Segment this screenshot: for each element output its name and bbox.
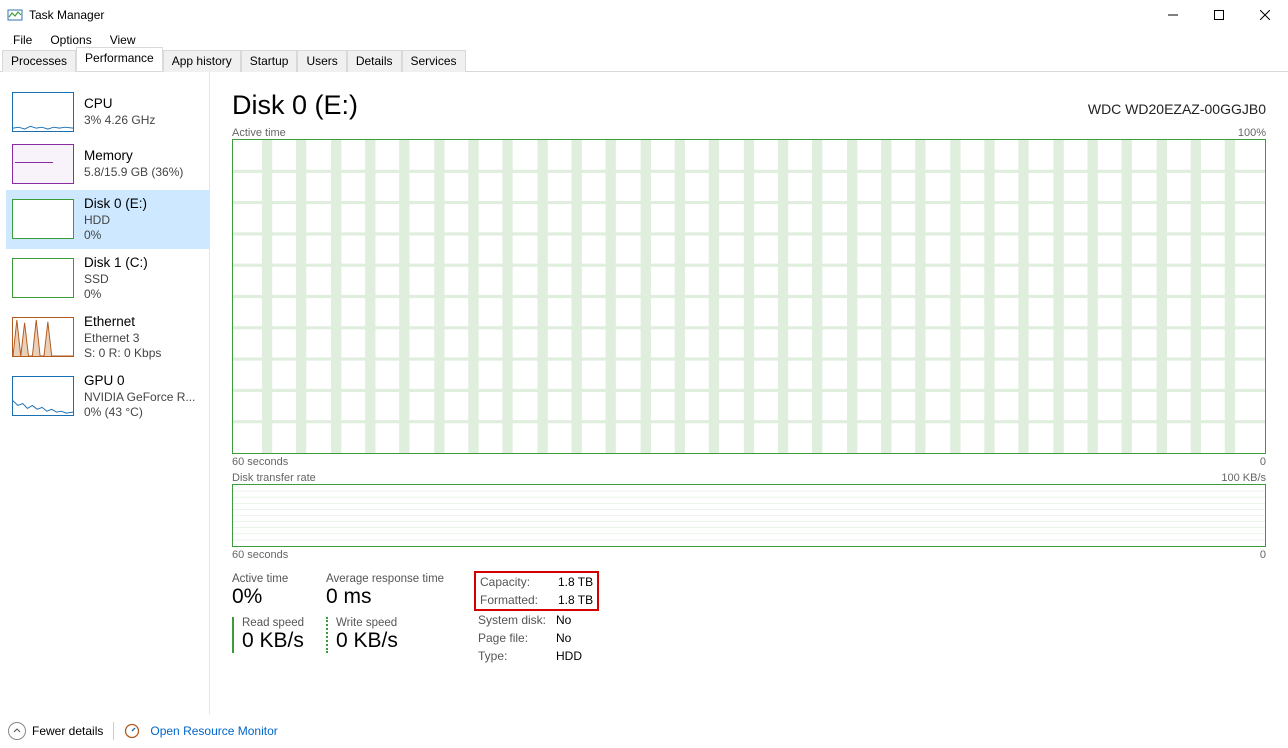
maximize-button[interactable] xyxy=(1196,0,1242,30)
tab-performance[interactable]: Performance xyxy=(76,47,163,71)
tab-details[interactable]: Details xyxy=(347,50,402,72)
active-time-value: 0% xyxy=(232,585,314,609)
tabstrip: Processes Performance App history Startu… xyxy=(0,49,1288,72)
menubar: File Options View xyxy=(0,30,1288,49)
read-speed-value: 0 KB/s xyxy=(242,629,314,653)
chart1-max: 100% xyxy=(1238,127,1266,139)
formatted-value: 1.8 TB xyxy=(558,593,593,607)
capacity-label: Capacity: xyxy=(480,575,558,589)
open-resource-monitor-link[interactable]: Open Resource Monitor xyxy=(150,724,277,738)
titlebar: Task Manager xyxy=(0,0,1288,30)
cpu-sub: 3% 4.26 GHz xyxy=(84,113,155,128)
eth-sub2: S: 0 R: 0 Kbps xyxy=(84,346,161,361)
disk-model: WDC WD20EZAZ-00GGJB0 xyxy=(1088,101,1266,117)
transfer-rate-chart[interactable] xyxy=(232,484,1266,547)
sidebar: CPU3% 4.26 GHz Memory5.8/15.9 GB (36%) D… xyxy=(0,72,210,714)
chart2-max: 100 KB/s xyxy=(1221,472,1266,484)
disk1-sub1: SSD xyxy=(84,272,148,287)
highlight-box: Capacity:1.8 TB Formatted:1.8 TB xyxy=(474,571,599,611)
disk0-sub2: 0% xyxy=(84,228,147,243)
page-title: Disk 0 (E:) xyxy=(232,90,358,121)
gpu-sub2: 0% (43 °C) xyxy=(84,405,195,420)
chart2-xright: 0 xyxy=(1260,549,1266,561)
sidebar-item-gpu[interactable]: GPU 0NVIDIA GeForce R...0% (43 °C) xyxy=(6,367,209,426)
sidebar-item-disk1[interactable]: Disk 1 (C:)SSD0% xyxy=(6,249,209,308)
disk1-thumb xyxy=(12,258,74,298)
chart-grid xyxy=(233,485,1265,546)
read-speed-label: Read speed xyxy=(242,617,314,629)
sidebar-item-disk0[interactable]: Disk 0 (E:)HDD0% xyxy=(6,190,209,249)
fewer-details-label: Fewer details xyxy=(32,724,103,738)
minimize-button[interactable] xyxy=(1150,0,1196,30)
tab-startup[interactable]: Startup xyxy=(241,50,298,72)
fewer-details-button[interactable]: Fewer details xyxy=(8,722,103,740)
gpu-sub1: NVIDIA GeForce R... xyxy=(84,390,195,405)
eth-sub1: Ethernet 3 xyxy=(84,331,161,346)
memory-title: Memory xyxy=(84,148,183,165)
main-panel: Disk 0 (E:) WDC WD20EZAZ-00GGJB0 Active … xyxy=(210,72,1288,714)
eth-thumb xyxy=(12,317,74,357)
tab-users[interactable]: Users xyxy=(297,50,346,72)
chart2-xleft: 60 seconds xyxy=(232,549,288,561)
chart1-xright: 0 xyxy=(1260,456,1266,468)
memory-sub: 5.8/15.9 GB (36%) xyxy=(84,165,183,180)
capacity-value: 1.8 TB xyxy=(558,575,593,589)
menu-options[interactable]: Options xyxy=(41,31,100,49)
sysdisk-value: No xyxy=(556,613,571,627)
footer: Fewer details Open Resource Monitor xyxy=(0,714,1288,748)
avg-resp-label: Average response time xyxy=(326,573,456,585)
chart-grid xyxy=(233,140,1265,453)
cpu-title: CPU xyxy=(84,96,155,113)
chart2-label: Disk transfer rate xyxy=(232,472,316,484)
disk0-title: Disk 0 (E:) xyxy=(84,196,147,213)
eth-title: Ethernet xyxy=(84,314,161,331)
window-title: Task Manager xyxy=(29,8,104,22)
close-button[interactable] xyxy=(1242,0,1288,30)
memory-thumb xyxy=(12,144,74,184)
cpu-thumb xyxy=(12,92,74,132)
active-time-chart[interactable] xyxy=(232,139,1266,454)
chart1-xleft: 60 seconds xyxy=(232,456,288,468)
tab-processes[interactable]: Processes xyxy=(2,50,76,72)
disk1-title: Disk 1 (C:) xyxy=(84,255,148,272)
disk1-sub2: 0% xyxy=(84,287,148,302)
write-speed-label: Write speed xyxy=(336,617,456,629)
task-manager-icon xyxy=(7,7,23,23)
separator xyxy=(113,722,114,740)
disk-details: Capacity:1.8 TB Formatted:1.8 TB System … xyxy=(478,573,599,665)
tab-app-history[interactable]: App history xyxy=(163,50,241,72)
disk0-thumb xyxy=(12,199,74,239)
tab-services[interactable]: Services xyxy=(402,50,466,72)
pagefile-value: No xyxy=(556,631,571,645)
formatted-label: Formatted: xyxy=(480,593,558,607)
chart1-label: Active time xyxy=(232,127,286,139)
type-label: Type: xyxy=(478,649,556,663)
resource-monitor-icon xyxy=(124,723,140,739)
gpu-thumb xyxy=(12,376,74,416)
avg-resp-value: 0 ms xyxy=(326,585,456,609)
sidebar-item-cpu[interactable]: CPU3% 4.26 GHz xyxy=(6,86,209,138)
sidebar-item-memory[interactable]: Memory5.8/15.9 GB (36%) xyxy=(6,138,209,190)
chevron-up-icon xyxy=(8,722,26,740)
active-time-label: Active time xyxy=(232,573,314,585)
menu-file[interactable]: File xyxy=(4,31,41,49)
menu-view[interactable]: View xyxy=(101,31,145,49)
gpu-title: GPU 0 xyxy=(84,373,195,390)
pagefile-label: Page file: xyxy=(478,631,556,645)
disk0-sub1: HDD xyxy=(84,213,147,228)
type-value: HDD xyxy=(556,649,582,663)
sysdisk-label: System disk: xyxy=(478,613,556,627)
sidebar-item-ethernet[interactable]: EthernetEthernet 3S: 0 R: 0 Kbps xyxy=(6,308,209,367)
write-speed-value: 0 KB/s xyxy=(336,629,456,653)
